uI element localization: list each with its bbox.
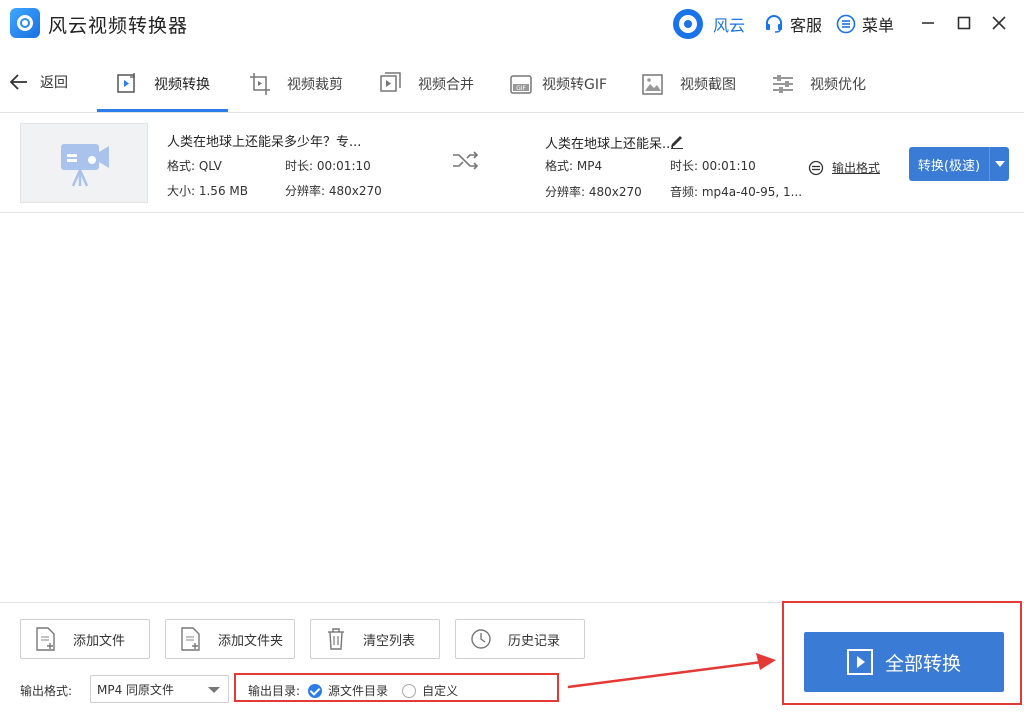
maximize-button[interactable] [953, 12, 975, 34]
tab-video-gif[interactable]: GIF 视频转GIF [510, 64, 607, 104]
add-file-icon [35, 627, 57, 651]
output-format-label: 输出格式 [832, 159, 880, 176]
service-button[interactable]: 客服 [764, 8, 822, 40]
output-file-name: 人类在地球上还能呆... [545, 133, 674, 152]
caret-down-icon [995, 161, 1005, 167]
trash-icon [325, 627, 347, 651]
tab-video-optimize[interactable]: 视频优化 [772, 64, 866, 104]
history-label: 历史记录 [508, 630, 560, 649]
source-format: 格式: QLV [167, 157, 222, 174]
convert-all-label: 全部转换 [885, 649, 961, 676]
radio-custom-directory[interactable]: 自定义 [402, 682, 458, 699]
tab-label: 视频转GIF [542, 74, 607, 94]
output-format-link[interactable]: 输出格式 [808, 159, 880, 176]
convert-button[interactable]: 转换(极速) [909, 147, 1009, 181]
radio-unchecked-icon [402, 684, 416, 698]
brand-label: 风云 [713, 12, 745, 36]
source-duration: 时长: 00:01:10 [285, 157, 371, 174]
brand-icon [673, 9, 703, 39]
radio-checked-icon [308, 684, 322, 698]
radio-source-directory-label: 源文件目录 [328, 682, 388, 699]
tab-video-crop[interactable]: 视频裁剪 [249, 64, 343, 104]
service-label: 客服 [790, 12, 822, 36]
file-list: 人类在地球上还能呆多少年？专... 格式: QLV 时长: 00:01:10 大… [0, 112, 1024, 602]
brand-account[interactable]: 风云 [673, 8, 745, 40]
tab-label: 视频裁剪 [287, 74, 343, 94]
add-file-label: 添加文件 [73, 630, 125, 649]
output-format: 格式: MP4 [545, 157, 602, 174]
clear-list-label: 清空列表 [363, 630, 415, 649]
file-row[interactable]: 人类在地球上还能呆多少年？专... 格式: QLV 时长: 00:01:10 大… [0, 113, 1024, 213]
format-settings-icon [808, 160, 824, 176]
convert-all-button[interactable]: 全部转换 [804, 632, 1004, 692]
play-icon [847, 649, 873, 675]
back-label: 返回 [40, 72, 68, 92]
svg-text:GIF: GIF [516, 85, 526, 92]
add-file-button[interactable]: 添加文件 [20, 619, 150, 659]
close-button[interactable] [988, 12, 1010, 34]
tab-label: 视频合并 [418, 74, 474, 94]
convert-button-label: 转换(极速) [909, 155, 989, 174]
output-audio: 音频: mp4a-40-95, 1... [670, 183, 802, 200]
menu-button[interactable]: 菜单 [836, 8, 894, 40]
shuffle-icon [452, 151, 480, 171]
tab-video-merge[interactable]: 视频合并 [380, 64, 474, 104]
optimize-icon [772, 72, 794, 96]
tab-video-convert[interactable]: 视频转换 [116, 64, 210, 104]
annotation-arrow [566, 651, 780, 691]
maximize-icon [957, 16, 971, 30]
tab-video-screenshot[interactable]: 视频截图 [642, 64, 736, 104]
back-button[interactable]: 返回 [10, 68, 68, 96]
menu-icon [836, 14, 856, 34]
minimize-button[interactable] [917, 12, 939, 34]
app-title: 风云视频转换器 [48, 11, 188, 38]
video-crop-icon [249, 72, 271, 96]
bottom-panel: 添加文件 添加文件夹 清空列表 历史记录 输出格式: MP4 同原文件 [0, 602, 1024, 718]
clock-icon [470, 627, 492, 651]
menu-label: 菜单 [862, 12, 894, 36]
radio-custom-directory-label: 自定义 [422, 682, 458, 699]
app-logo-icon [10, 8, 40, 38]
add-folder-label: 添加文件夹 [218, 630, 283, 649]
clear-list-button[interactable]: 清空列表 [310, 619, 440, 659]
video-merge-icon [380, 72, 402, 96]
source-size: 大小: 1.56 MB [167, 182, 248, 199]
output-format-select[interactable]: MP4 同原文件 [90, 675, 229, 703]
output-duration: 时长: 00:01:10 [670, 157, 756, 174]
radio-source-directory[interactable]: 源文件目录 [308, 682, 388, 699]
output-format-field-label: 输出格式: [20, 682, 72, 699]
video-thumbnail [20, 123, 148, 203]
tab-label: 视频转换 [154, 74, 210, 94]
tab-label: 视频优化 [810, 74, 866, 94]
add-folder-icon [180, 627, 202, 651]
gif-icon: GIF [510, 72, 532, 96]
add-folder-button[interactable]: 添加文件夹 [165, 619, 295, 659]
close-icon [992, 16, 1006, 30]
headset-icon [764, 14, 784, 34]
output-directory-group: 输出目录: 源文件目录 自定义 [248, 682, 458, 699]
tool-tabs: 返回 视频转换 视频裁剪 视频合并 GIF 视频转GIF [0, 56, 1024, 112]
minimize-icon [921, 16, 935, 30]
edit-pencil-icon[interactable] [669, 133, 685, 149]
output-directory-label: 输出目录: [248, 682, 300, 699]
output-format-select-value: MP4 同原文件 [97, 681, 174, 698]
tab-label: 视频截图 [680, 74, 736, 94]
convert-dropdown-toggle[interactable] [990, 161, 1009, 167]
video-convert-icon [116, 72, 138, 96]
source-file-name: 人类在地球上还能呆多少年？专... [167, 131, 361, 150]
title-bar: 风云视频转换器 风云 客服 菜单 [0, 0, 1024, 48]
arrow-left-icon [10, 74, 28, 90]
screenshot-icon [642, 72, 664, 96]
source-resolution: 分辨率: 480x270 [285, 182, 382, 199]
chevron-down-icon [208, 687, 220, 693]
video-camera-icon [21, 124, 149, 204]
output-resolution: 分辨率: 480x270 [545, 183, 642, 200]
